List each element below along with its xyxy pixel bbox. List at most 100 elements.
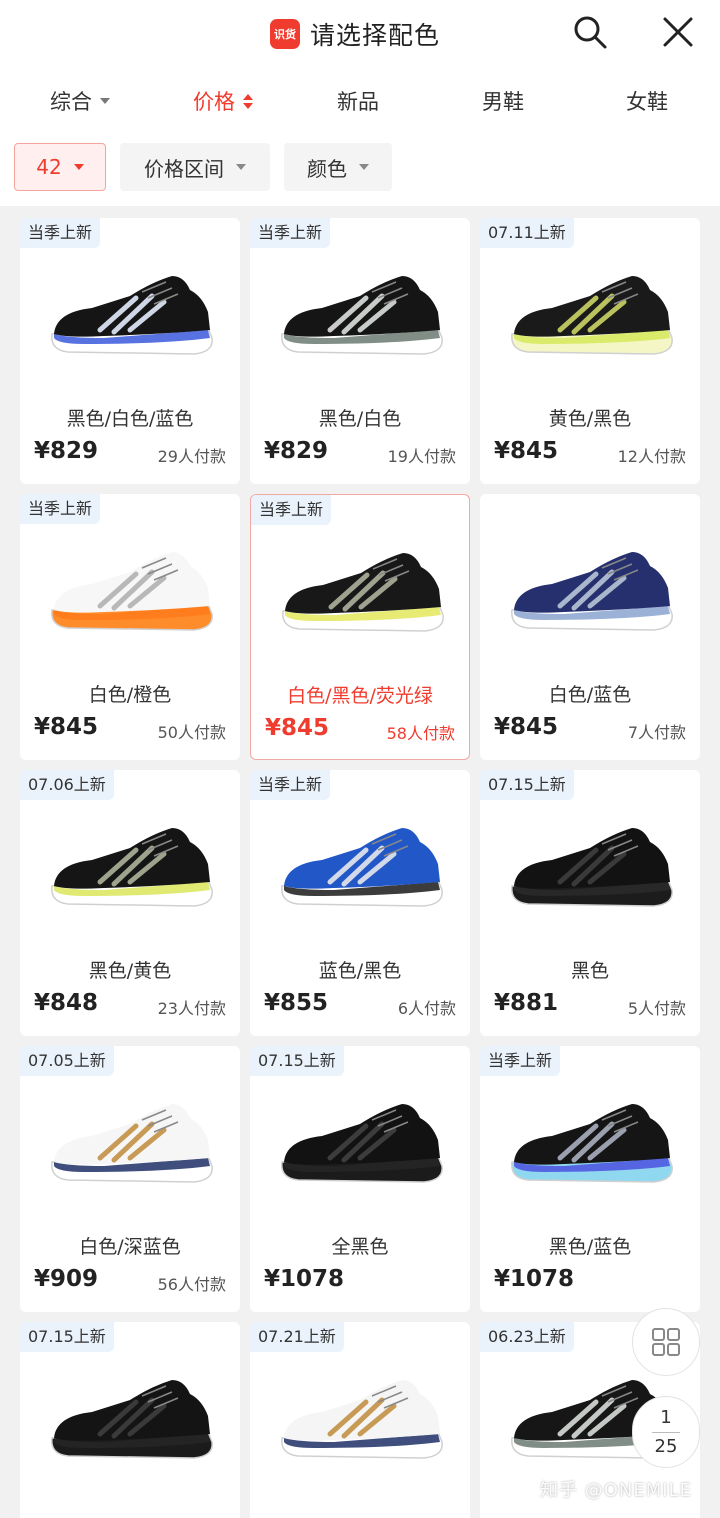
chevron-down-icon bbox=[236, 164, 246, 170]
shoe-image bbox=[274, 1372, 446, 1464]
shoe-image bbox=[504, 1096, 676, 1188]
color-name: 白色/黑色/荧光绿 bbox=[287, 685, 433, 707]
release-tag: 06.23上新 bbox=[480, 1322, 574, 1352]
product-card[interactable]: 当季上新黑色/白色 ¥829 19人付款 bbox=[250, 218, 470, 484]
sales-count: 29人付款 bbox=[157, 447, 226, 466]
release-tag: 当季上新 bbox=[250, 218, 331, 248]
product-card[interactable]: 07.15上新 bbox=[20, 1322, 240, 1518]
price: ¥845 bbox=[494, 714, 559, 740]
price: ¥881 bbox=[494, 990, 559, 1016]
filter-size-chip[interactable]: 42 bbox=[14, 143, 106, 191]
product-card[interactable]: 07.21上新 bbox=[250, 1322, 470, 1518]
color-name: 黑色 bbox=[570, 960, 609, 982]
search-button[interactable] bbox=[572, 14, 608, 50]
color-name: 白色/蓝色 bbox=[548, 684, 632, 706]
page-indicator[interactable]: 1 25 bbox=[632, 1396, 700, 1468]
chevron-down-icon bbox=[100, 98, 110, 104]
price: ¥845 bbox=[34, 714, 99, 740]
sort-tab-new[interactable]: 新品 bbox=[337, 86, 379, 116]
filter-color-chip[interactable]: 颜色 bbox=[284, 143, 392, 191]
price: ¥855 bbox=[264, 990, 329, 1016]
release-tag: 07.11上新 bbox=[480, 218, 574, 248]
sales-count: 12人付款 bbox=[617, 447, 686, 466]
price: ¥829 bbox=[264, 438, 329, 464]
release-tag: 07.15上新 bbox=[250, 1046, 344, 1076]
filter-bar: 42 价格区间 颜色 bbox=[0, 140, 720, 206]
sort-tab-label: 女鞋 bbox=[626, 90, 668, 114]
release-tag: 当季上新 bbox=[480, 1046, 561, 1076]
shoe-image bbox=[44, 544, 216, 636]
shoe-image bbox=[504, 820, 676, 912]
grid-view-icon bbox=[652, 1328, 680, 1356]
search-icon bbox=[574, 16, 607, 49]
release-tag: 当季上新 bbox=[20, 494, 101, 524]
sort-tab-men[interactable]: 男鞋 bbox=[482, 86, 524, 116]
color-name: 白色/橙色 bbox=[88, 684, 172, 706]
app-logo: 识货 bbox=[270, 19, 300, 49]
shoe-image bbox=[44, 268, 216, 360]
color-name: 黑色/白色 bbox=[318, 408, 402, 430]
color-name: 黑色/蓝色 bbox=[548, 1236, 632, 1258]
close-button[interactable] bbox=[660, 14, 696, 50]
release-tag: 当季上新 bbox=[20, 218, 101, 248]
product-card[interactable]: 白色/蓝色 ¥845 7人付款 bbox=[480, 494, 700, 760]
sort-tab-comprehensive[interactable]: 综合 bbox=[50, 86, 110, 116]
close-icon bbox=[663, 17, 693, 47]
color-name: 全黑色 bbox=[331, 1236, 389, 1258]
product-card[interactable]: 当季上新黑色/白色/蓝色 ¥829 29人付款 bbox=[20, 218, 240, 484]
shoe-image bbox=[44, 1372, 216, 1464]
current-page: 1 bbox=[660, 1406, 672, 1428]
shoe-image bbox=[275, 545, 447, 637]
chevron-down-icon bbox=[73, 164, 84, 170]
filter-price-range-chip[interactable]: 价格区间 bbox=[120, 143, 270, 191]
release-tag: 07.05上新 bbox=[20, 1046, 114, 1076]
release-tag: 07.15上新 bbox=[480, 770, 574, 800]
release-tag: 当季上新 bbox=[250, 770, 331, 800]
total-pages: 25 bbox=[654, 1435, 678, 1457]
color-name: 黑色/白色/蓝色 bbox=[66, 408, 194, 430]
product-card[interactable]: 07.15上新黑色 ¥881 5人付款 bbox=[480, 770, 700, 1036]
shoe-image bbox=[504, 268, 676, 360]
product-card[interactable]: 07.11上新 黄色/黑色 ¥845 12人付款 bbox=[480, 218, 700, 484]
sort-tab-women[interactable]: 女鞋 bbox=[626, 86, 668, 116]
product-card[interactable]: 当季上新 蓝色/黑色 ¥855 6人付款 bbox=[250, 770, 470, 1036]
sort-arrows-icon bbox=[243, 93, 253, 109]
watermark: 知乎 @ONEMILE bbox=[540, 1480, 692, 1501]
price: ¥909 bbox=[34, 1266, 99, 1292]
shoe-image bbox=[274, 268, 446, 360]
sort-tab-label: 新品 bbox=[337, 90, 379, 114]
grid-view-button[interactable] bbox=[632, 1308, 700, 1376]
sort-tab-label: 男鞋 bbox=[482, 90, 524, 114]
sales-count: 58人付款 bbox=[386, 724, 455, 743]
product-card[interactable]: 当季上新白色/黑色/荧光绿 ¥845 58人付款 bbox=[250, 494, 470, 760]
product-card[interactable]: 当季上新白色/橙色 ¥845 50人付款 bbox=[20, 494, 240, 760]
sales-count: 19人付款 bbox=[387, 447, 456, 466]
price: ¥848 bbox=[34, 990, 99, 1016]
sales-count: 50人付款 bbox=[157, 723, 226, 742]
product-card[interactable]: 07.06上新 黑色/黄色 ¥848 23人付款 bbox=[20, 770, 240, 1036]
price: ¥1078 bbox=[264, 1266, 345, 1292]
sales-count: 56人付款 bbox=[157, 1275, 226, 1294]
color-name: 蓝色/黑色 bbox=[318, 960, 402, 982]
color-name: 黑色/黄色 bbox=[88, 960, 172, 982]
product-card[interactable]: 当季上新黑色/蓝色 ¥1078 bbox=[480, 1046, 700, 1312]
price: ¥1078 bbox=[494, 1266, 575, 1292]
price: ¥829 bbox=[34, 438, 99, 464]
sales-count: 5人付款 bbox=[627, 999, 686, 1018]
sort-tab-price[interactable]: 价格 bbox=[193, 86, 253, 116]
filter-chip-label: 颜色 bbox=[307, 156, 347, 181]
shoe-image bbox=[274, 820, 446, 912]
sort-bar: 综合 价格 新品 男鞋 女鞋 bbox=[0, 64, 720, 140]
product-card[interactable]: 07.05上新 白色/深蓝色 ¥909 56人付款 bbox=[20, 1046, 240, 1312]
release-tag: 07.15上新 bbox=[20, 1322, 114, 1352]
release-tag: 当季上新 bbox=[251, 495, 332, 525]
product-card[interactable]: 07.15上新全黑色 ¥1078 bbox=[250, 1046, 470, 1312]
release-tag: 07.21上新 bbox=[250, 1322, 344, 1352]
shoe-image bbox=[504, 544, 676, 636]
price: ¥845 bbox=[265, 715, 330, 741]
shoe-image bbox=[44, 1096, 216, 1188]
sort-tab-label: 综合 bbox=[50, 90, 92, 114]
page-divider bbox=[652, 1431, 680, 1433]
sales-count: 7人付款 bbox=[627, 723, 686, 742]
page-title: 请选择配色 bbox=[310, 21, 441, 50]
